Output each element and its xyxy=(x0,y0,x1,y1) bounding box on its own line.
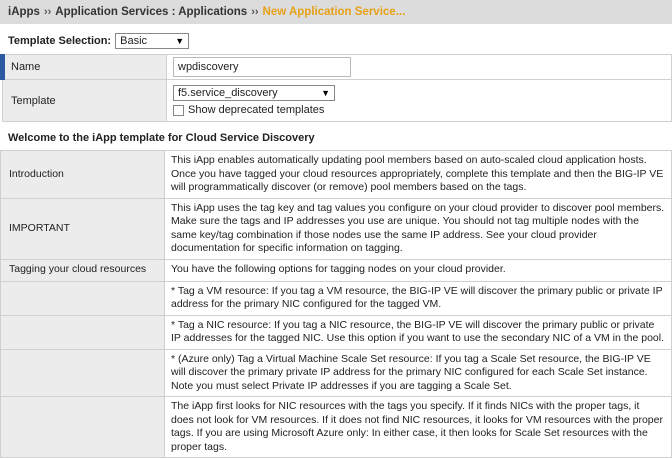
name-input-value: wpdiscovery xyxy=(178,61,239,73)
breadcrumb-current: New Application Service... xyxy=(262,6,406,18)
table-row: The iApp first looks for NIC resources w… xyxy=(0,396,672,458)
row-text: This iApp uses the tag key and tag value… xyxy=(164,197,672,260)
template-selection-row: Template Selection: Basic ▼ xyxy=(0,30,672,52)
welcome-heading: Welcome to the iApp template for Cloud S… xyxy=(8,132,315,144)
breadcrumb-iapps[interactable]: iApps xyxy=(8,6,40,18)
row-label: IMPORTANT xyxy=(0,197,165,260)
caret-down-icon: ▼ xyxy=(175,36,185,46)
row-label xyxy=(0,314,165,350)
table-row: IMPORTANT This iApp uses the tag key and… xyxy=(0,197,672,260)
table-row: * (Azure only) Tag a Virtual Machine Sca… xyxy=(0,348,672,397)
row-text: You have the following options for taggi… xyxy=(164,258,672,282)
row-text: * Tag a NIC resource: If you tag a NIC r… xyxy=(164,314,672,350)
row-text: The iApp first looks for NIC resources w… xyxy=(164,396,672,458)
caret-down-icon: ▼ xyxy=(321,88,330,98)
info-table: Introduction This iApp enables automatic… xyxy=(0,150,672,458)
row-text: This iApp enables automatically updating… xyxy=(164,150,672,199)
show-deprecated-label[interactable]: Show deprecated templates xyxy=(188,104,324,116)
row-text: * Tag a VM resource: If you tag a VM res… xyxy=(164,280,672,316)
name-label: Name xyxy=(0,54,167,80)
table-row: * Tag a NIC resource: If you tag a NIC r… xyxy=(0,314,672,350)
breadcrumb-separator: ›› xyxy=(251,6,259,18)
row-label: Introduction xyxy=(0,150,165,199)
row-label: Tagging your cloud resources xyxy=(0,258,165,282)
template-select-value: f5.service_discovery xyxy=(178,87,278,99)
breadcrumb-separator: ›› xyxy=(43,6,52,18)
template-selection-select[interactable]: Basic ▼ xyxy=(115,33,190,49)
row-label xyxy=(0,280,165,316)
template-select[interactable]: f5.service_discovery ▼ xyxy=(173,85,335,101)
breadcrumb: iApps ›› Application Services : Applicat… xyxy=(0,0,672,24)
table-row: Tagging your cloud resources You have th… xyxy=(0,258,672,282)
show-deprecated-checkbox[interactable] xyxy=(173,104,184,116)
row-label xyxy=(0,396,165,458)
template-selection-value: Basic xyxy=(120,35,148,47)
row-text: * (Azure only) Tag a Virtual Machine Sca… xyxy=(164,348,672,397)
template-selection-label: Template Selection: xyxy=(8,35,112,47)
general-form: Name wpdiscovery Template f5.service_dis… xyxy=(0,54,672,122)
table-row: * Tag a VM resource: If you tag a VM res… xyxy=(0,280,672,316)
breadcrumb-applications[interactable]: Application Services : Applications xyxy=(55,6,247,18)
row-label xyxy=(0,348,165,397)
name-input[interactable]: wpdiscovery xyxy=(173,57,351,77)
template-label: Template xyxy=(2,79,167,122)
table-row: Introduction This iApp enables automatic… xyxy=(0,150,672,199)
